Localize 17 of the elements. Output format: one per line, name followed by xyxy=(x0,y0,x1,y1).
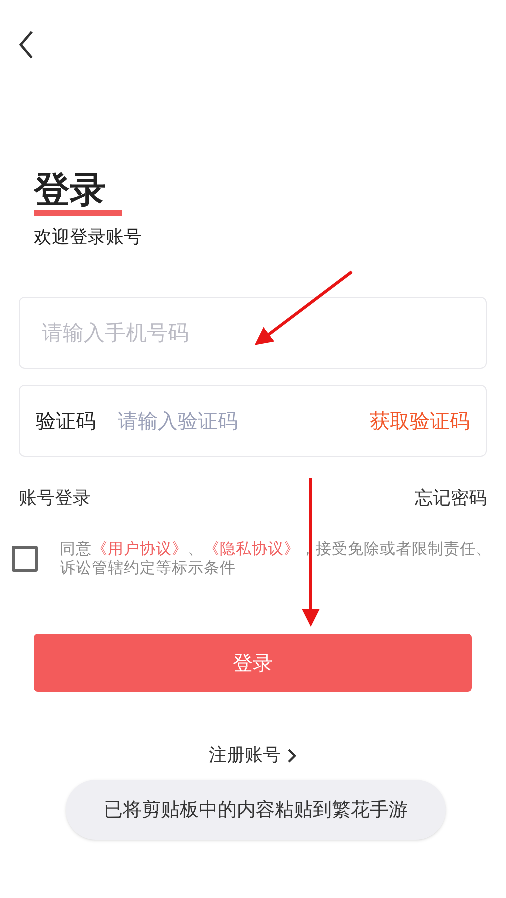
code-field[interactable]: 请输入验证码 xyxy=(118,406,348,436)
code-label: 验证码 xyxy=(36,408,96,435)
agreement-link[interactable]: 《隐私协议》 xyxy=(204,540,300,558)
phone-field[interactable]: 请输入手机号码 xyxy=(19,297,487,369)
agreement-link[interactable]: 《用户协议》 xyxy=(92,540,188,558)
back-icon[interactable] xyxy=(18,30,34,60)
register-link[interactable]: 注册账号 xyxy=(209,742,281,769)
page-title: 登录 xyxy=(34,172,107,210)
account-login-link[interactable]: 账号登录 xyxy=(19,485,91,512)
toast: 已将剪贴板中的内容粘贴到繁花手游 xyxy=(66,780,446,840)
get-code-button[interactable]: 获取验证码 xyxy=(370,406,470,436)
agreement-checkbox[interactable] xyxy=(12,546,38,572)
agreement-text: 同意《用户协议》、《隐私协议》，接受免除或者限制责任、诉讼管辖约定等标示条件 xyxy=(60,540,493,578)
forgot-password-link[interactable]: 忘记密码 xyxy=(415,485,487,512)
subtitle: 欢迎登录账号 xyxy=(34,226,143,250)
login-button[interactable]: 登录 xyxy=(34,634,472,692)
chevron-right-icon xyxy=(287,748,297,764)
